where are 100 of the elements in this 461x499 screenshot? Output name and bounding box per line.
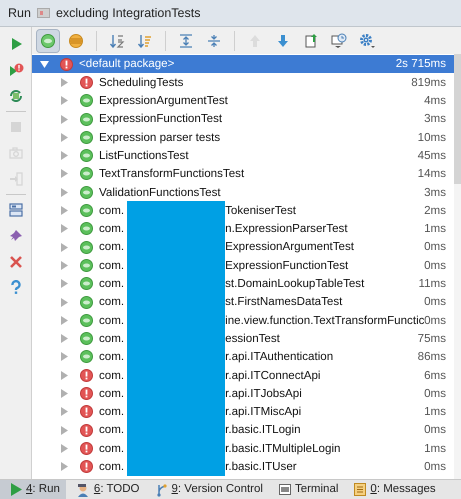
passed-status-icon [80, 94, 93, 108]
test-name: TextTransformFunctionsTest [99, 166, 244, 182]
test-name: ExpressionFunctionTest [99, 111, 222, 128]
auto-rerun-icon [8, 88, 24, 104]
tree-row[interactable]: com. ine.view.function.TextTransformFunctic0ms [32, 311, 454, 330]
test-duration: 0ms [424, 458, 446, 475]
tree-row[interactable]: com. st.DomainLookupTableTest 11ms [32, 274, 454, 293]
tree-row[interactable]: ListFunctionsTest 45ms [32, 146, 454, 165]
error-status-icon [80, 368, 93, 382]
passed-status-icon [80, 258, 93, 272]
passed-status-icon [80, 112, 93, 126]
passed-status-icon [80, 167, 93, 180]
tree-row[interactable]: ValidationFunctionsTest 3ms [32, 183, 454, 202]
tree-row[interactable]: com. r.basic.ITUser 0ms [32, 458, 454, 476]
test-name: com. [99, 294, 124, 310]
tool-window-tab[interactable]: 9: Version Control [150, 480, 269, 499]
test-duration: 1ms [424, 404, 446, 420]
test-name: r.basic.ITUser [225, 458, 297, 475]
passed-status-icon [80, 130, 93, 144]
test-name: SchedulingTests [99, 74, 184, 91]
tree-row[interactable]: com. ExpressionArgumentTest 0ms [32, 238, 454, 256]
test-name: ExpressionArgumentTest [225, 239, 354, 256]
tree-row[interactable]: com. r.basic.ITLogin 0ms [32, 420, 454, 440]
tree-row[interactable]: com. r.api.ITMiscApi 1ms [32, 402, 454, 421]
test-duration: 14ms [418, 166, 446, 182]
tree-row[interactable]: ExpressionArgumentTest 4ms [32, 92, 454, 110]
test-duration: 2s 715ms [396, 56, 446, 72]
messages-icon [354, 483, 366, 496]
sort-alpha-icon [109, 32, 125, 48]
passed-status-icon [80, 186, 93, 199]
collapse-all-icon [206, 32, 222, 48]
tree-row[interactable]: com. essionTest 75ms [32, 329, 454, 348]
tree-row[interactable]: com. TokeniserTest 2ms [32, 201, 454, 220]
tool-window-tab[interactable]: Terminal [272, 480, 344, 499]
terminal-icon [278, 484, 291, 495]
gear-icon [359, 32, 375, 48]
pin-icon [8, 228, 24, 244]
error-status-icon [80, 405, 93, 418]
test-duration: 0ms [424, 239, 446, 256]
test-name: n.ExpressionParserTest [225, 221, 348, 238]
tree-row[interactable]: SchedulingTests 819ms [32, 73, 454, 92]
tree-row[interactable]: ExpressionFunctionTest 3ms [32, 110, 454, 128]
test-name: r.basic.ITLogin [225, 422, 301, 438]
tree-row[interactable]: com. r.api.ITAuthentication 86ms [32, 348, 454, 366]
expand-all-icon [178, 32, 194, 48]
error-status-icon [80, 76, 93, 89]
test-name: com. [99, 368, 124, 384]
window-title: excluding IntegrationTests [56, 4, 200, 22]
test-name: com. [99, 276, 124, 292]
test-name: com. [99, 386, 124, 402]
tree-row[interactable]: Expression parser tests 10ms [32, 128, 454, 146]
run-config-icon [36, 8, 50, 18]
tree-row[interactable]: com. r.api.ITConnectApi 6ms [32, 366, 454, 384]
passed-status-icon [80, 314, 93, 327]
scrollbar[interactable] [454, 54, 461, 479]
test-duration: 45ms [418, 148, 446, 164]
close-icon [8, 254, 24, 270]
test-name: st.DomainLookupTableTest [225, 276, 364, 292]
test-name: com. [99, 239, 124, 256]
passed-filter-button[interactable] [36, 28, 60, 52]
export-icon [303, 32, 319, 48]
test-duration: 11ms [418, 276, 446, 292]
tool-window-tab[interactable]: 0: Messages [348, 480, 442, 499]
tool-window-tab[interactable]: 4: Run [0, 480, 66, 499]
tree-row[interactable]: TextTransformFunctionsTest 14ms [32, 164, 454, 184]
test-duration: 1ms [424, 440, 446, 457]
test-name: com. [99, 330, 124, 347]
test-name: com. [99, 422, 124, 438]
test-duration: 3ms [424, 184, 446, 201]
tree-row[interactable]: <default package> 2s 715ms [32, 55, 454, 74]
test-duration: 75ms [418, 330, 446, 347]
test-name: com. [99, 202, 124, 219]
tree-row[interactable]: com. r.api.ITJobsApi 0ms [32, 384, 454, 403]
passed-status-icon [80, 204, 93, 218]
tree-row[interactable]: com. ExpressionFunctionTest 0ms [32, 256, 454, 275]
test-name: ExpressionArgumentTest [99, 93, 228, 110]
sort-duration-icon [137, 32, 153, 48]
tree-row[interactable]: com. r.basic.ITMultipleLogin 1ms [32, 439, 454, 458]
test-name: com. [99, 404, 124, 420]
test-name: ValidationFunctionsTest [99, 184, 221, 201]
tool-window-tab[interactable]: 6: TODO [70, 480, 146, 499]
test-name: com. [99, 458, 124, 475]
test-name: TokeniserTest [225, 202, 296, 219]
error-status-icon [80, 460, 93, 474]
tree-row[interactable]: com. st.FirstNamesDataTest 0ms [32, 292, 454, 312]
expand-arrow-icon[interactable] [40, 60, 49, 69]
tree-row[interactable]: com. n.ExpressionParserTest 1ms [32, 220, 454, 238]
branch-icon [156, 482, 168, 496]
test-duration: 0ms [424, 422, 446, 438]
test-name: com. [99, 440, 124, 457]
test-name: com. [99, 258, 124, 274]
passed-status-icon [80, 277, 93, 290]
ignored-filter-icon [68, 32, 84, 48]
test-name: ListFunctionsTest [99, 148, 189, 164]
passed-status-icon [80, 332, 93, 346]
test-name: <default package> [79, 56, 174, 72]
error-status-icon [80, 386, 93, 400]
rerun-failed-icon [8, 62, 24, 78]
test-name: com. [99, 312, 124, 329]
error-status-icon [80, 424, 93, 437]
